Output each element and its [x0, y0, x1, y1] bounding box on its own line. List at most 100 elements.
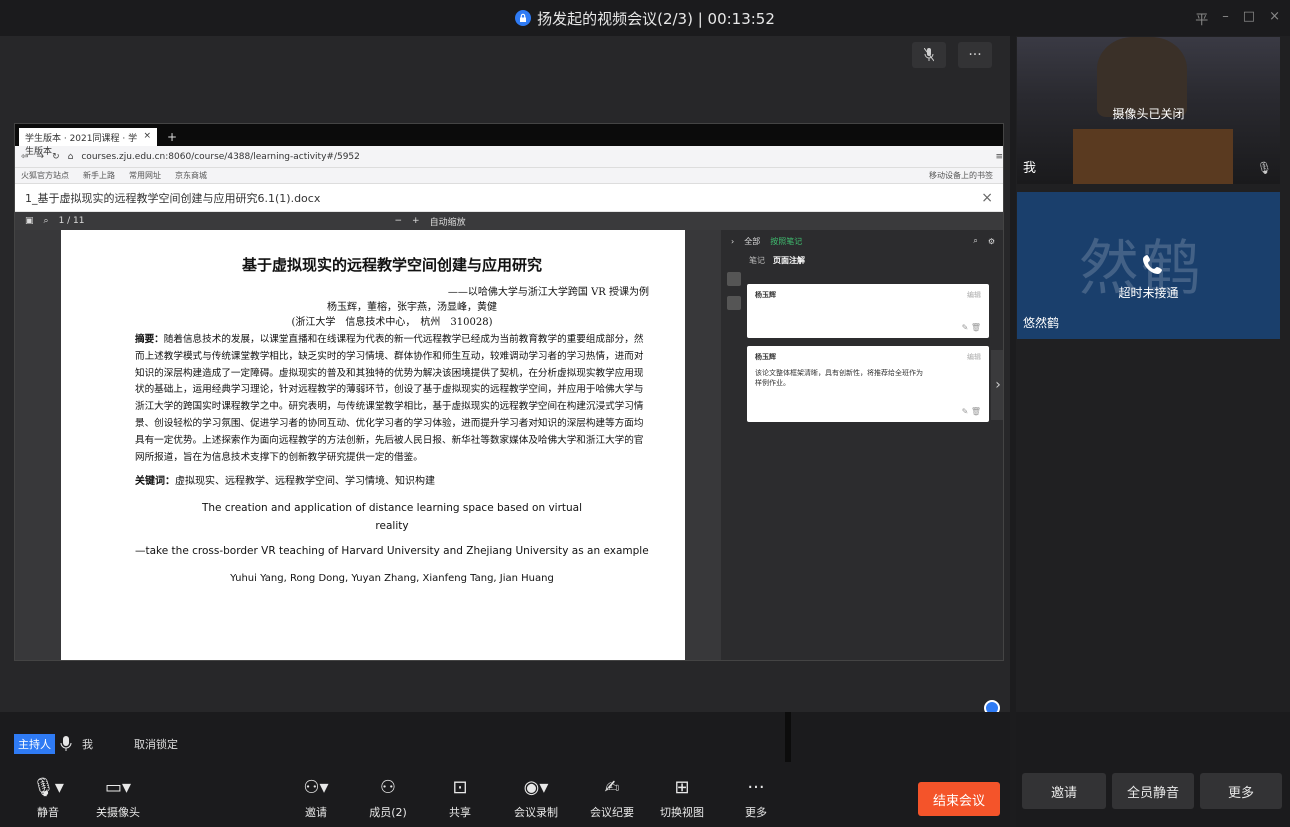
mic-toggle-button[interactable] — [912, 42, 946, 68]
minutes-label: 会议纪要 — [590, 806, 634, 819]
notes-panel: › 全部 按照笔记 ⌕ ⚙ 笔记 页面注解 杨玉辉 编辑 ✎ 🗑 杨玉辉 编辑 … — [721, 230, 1003, 660]
add-user-icon: ⚇▾ — [303, 776, 329, 798]
zoom-select[interactable]: 自动缩放 — [430, 215, 466, 228]
note-card[interactable]: 杨玉辉 编辑 该论文整体框架清晰，具有创新性，将推荐给全班作为样例作业。 ✎ 🗑 — [747, 346, 989, 422]
eye-icon[interactable] — [727, 272, 741, 286]
host-badge: 主持人 — [14, 734, 55, 754]
forward-icon[interactable]: → — [37, 152, 45, 162]
search-icon[interactable]: ⌕ — [44, 216, 49, 226]
search-icon[interactable]: ⌕ — [973, 236, 977, 246]
new-tab-icon[interactable]: + — [167, 130, 177, 146]
bookmark-item[interactable]: 新手上路 — [83, 170, 115, 181]
mute-button[interactable]: 🎙▾ 静音 — [28, 776, 68, 820]
paper-keywords: 关键词：虚拟现实、远程教学、远程教学空间、学习情境、知识构建 — [135, 472, 649, 487]
english-title-line: reality — [375, 520, 409, 533]
minimize-icon[interactable]: – — [1222, 9, 1229, 28]
invite-label: 邀请 — [305, 806, 327, 819]
participant-name: 悠然鹤 — [1023, 316, 1060, 330]
participant-tile-remote[interactable]: 然鹤 超时未接通 悠然鹤 — [1017, 192, 1280, 339]
zoom-out-icon[interactable]: − — [395, 216, 403, 226]
bookmark-item[interactable]: 火狐官方站点 — [21, 170, 69, 181]
page-indicator[interactable]: 1 / 11 — [59, 216, 85, 226]
stage-more-button[interactable]: ··· — [958, 42, 992, 68]
record-button[interactable]: ◉▾ 会议录制 — [508, 776, 564, 820]
switch-view-label: 切换视图 — [660, 806, 704, 819]
browser-tab-label: 学生版本 · 2021同课程 · 学生版本 — [25, 134, 138, 157]
more-button[interactable]: ··· 更多 — [736, 776, 776, 820]
notes-scope[interactable]: 全部 — [744, 236, 760, 247]
mute-all-button[interactable]: 全员静音 — [1112, 773, 1194, 809]
close-icon[interactable]: × — [143, 131, 151, 143]
switch-view-button[interactable]: ⊞ 切换视图 — [654, 776, 710, 820]
mic-muted-icon: 🎙 — [1256, 161, 1272, 175]
members-button[interactable]: ⚇ 成员(2) — [364, 776, 412, 820]
minutes-icon: ✍ — [604, 776, 620, 798]
keywords-label: 关键词： — [135, 476, 175, 488]
pin-icon[interactable]: 平 — [1195, 9, 1208, 28]
back-icon[interactable]: ⇦ — [21, 152, 29, 162]
paper-authors: 杨玉辉，董榕，张宇燕，汤显峰，黄健 — [327, 302, 497, 313]
right-more-button[interactable]: 更多 — [1200, 773, 1282, 809]
note-card[interactable]: 杨玉辉 编辑 ✎ 🗑 — [747, 284, 989, 338]
mobile-bookmarks[interactable]: 移动设备上的书签 — [929, 170, 993, 181]
collapse-icon[interactable]: › — [731, 237, 734, 246]
note-author: 杨玉辉 — [755, 291, 776, 299]
meeting-title: 扬发起的视频会议(2/3) | 00:13:52 — [537, 9, 775, 28]
chevron-right-icon[interactable]: › — [991, 350, 1003, 420]
window-controls: 平 – □ × — [1195, 9, 1280, 28]
invite-button[interactable]: 邀请 — [1022, 773, 1106, 809]
end-meeting-button[interactable]: 结束会议 — [918, 782, 1000, 816]
members-label: 成员(2) — [369, 806, 407, 819]
note-icon[interactable] — [727, 296, 741, 310]
video-podium — [1073, 129, 1233, 184]
zoom-in-icon[interactable]: + — [412, 216, 420, 226]
share-button[interactable]: ⊡ 共享 — [440, 776, 480, 820]
tab-page-annotations[interactable]: 页面注解 — [773, 255, 805, 266]
call-status-label: 超时未接通 — [1118, 286, 1179, 300]
record-icon: ◉▾ — [523, 776, 549, 798]
meeting-toolbar: 🎙▾ 静音 ▭▾ 关摄像头 ⚇▾ 邀请 ⚇ 成员(2) ⊡ 共享 ◉▾ 会议录制… — [0, 762, 1010, 827]
bookmark-item[interactable]: 常用网址 — [129, 170, 161, 181]
paper-subtitle: ——以哈佛大学与浙江大学跨国 VR 授课为例 — [447, 287, 649, 298]
unlock-button[interactable]: 取消锁定 — [134, 736, 178, 752]
browser-tab[interactable]: 学生版本 · 2021同课程 · 学生版本 × — [19, 128, 157, 157]
participant-tile-me[interactable]: 摄像头已关闭 我 🎙 — [1017, 37, 1280, 184]
minutes-button[interactable]: ✍ 会议纪要 — [584, 776, 640, 820]
divider — [785, 712, 791, 762]
share-label: 共享 — [449, 806, 471, 819]
browser-tab-strip: 学生版本 · 2021同课程 · 学生版本 × + — [15, 124, 1003, 157]
abstract-text: 随着信息技术的发展，以课堂直播和在线课程为代表的新一代远程教学已经成为当前教育教… — [135, 334, 644, 463]
paper-english-subtitle: —take the cross-border VR teaching of Ha… — [135, 545, 649, 558]
record-label: 会议录制 — [514, 806, 558, 819]
mic-icon[interactable] — [60, 736, 72, 752]
keywords-text: 虚拟现实、远程教学、远程教学空间、学习情境、知识构建 — [175, 476, 435, 488]
settings-icon[interactable]: ⚙ — [988, 237, 995, 246]
url-field[interactable]: courses.zju.edu.cn:8060/course/4388/lear… — [81, 152, 987, 162]
sidebar-toggle-icon[interactable]: ▣ — [25, 216, 34, 226]
document-header: 1_基于虚拟现实的远程教学空间创建与应用研究6.1(1).docx × — [15, 184, 1003, 212]
users-icon: ⚇ — [379, 776, 397, 798]
note-actions-icon[interactable]: ✎ 🗑 — [962, 323, 981, 332]
reload-icon[interactable]: ↻ — [52, 152, 60, 162]
more-label: 更多 — [745, 806, 767, 819]
lock-icon — [515, 10, 532, 26]
note-actions-icon[interactable]: ✎ 🗑 — [962, 407, 981, 416]
notes-filter[interactable]: 按照笔记 — [770, 236, 802, 247]
participant-name: 我 — [1023, 161, 1037, 176]
pdf-page: 基于虚拟现实的远程教学空间创建与应用研究 ——以哈佛大学与浙江大学跨国 VR 授… — [61, 230, 685, 660]
camera-button[interactable]: ▭▾ 关摄像头 — [90, 776, 146, 820]
notes-header: › 全部 按照笔记 ⌕ ⚙ — [721, 230, 1003, 252]
more-icon: ··· — [747, 776, 765, 798]
close-icon[interactable]: × — [1269, 9, 1280, 28]
invite-button[interactable]: ⚇▾ 邀请 — [296, 776, 336, 820]
notes-tabs: 笔记 页面注解 — [721, 252, 1003, 268]
maximize-icon[interactable]: □ — [1243, 9, 1255, 28]
home-icon[interactable]: ⌂ — [68, 152, 74, 162]
grid-icon: ⊞ — [674, 776, 690, 798]
paper-abstract: 摘要：随着信息技术的发展，以课堂直播和在线课程为代表的新一代远程教学已经成为当前… — [135, 332, 649, 466]
bookmark-item[interactable]: 京东商城 — [175, 170, 207, 181]
browser-menu-icon[interactable]: ≡ — [995, 152, 1003, 162]
tab-notes[interactable]: 笔记 — [749, 255, 765, 266]
address-bar: ⇦ → ↻ ⌂ courses.zju.edu.cn:8060/course/4… — [15, 146, 1003, 168]
close-icon[interactable]: × — [981, 190, 993, 206]
